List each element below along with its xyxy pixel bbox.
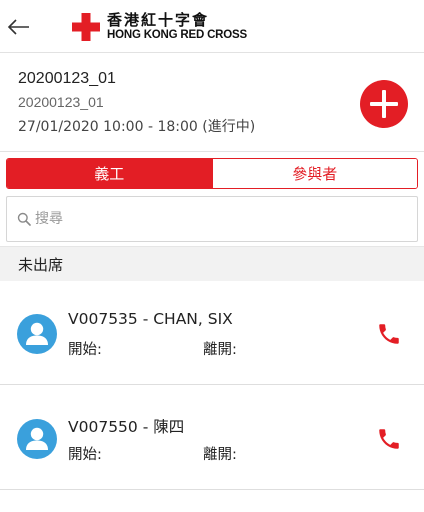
app-header: 香港紅十字會 HONG KONG RED CROSS: [0, 0, 424, 52]
event-time: 27/01/2020 10:00 - 18:00 (進行中): [18, 119, 256, 135]
search-box: [6, 196, 418, 242]
event-card: 20200123_01 20200123_01 27/01/2020 10:00…: [0, 52, 424, 152]
back-button[interactable]: [6, 14, 32, 40]
role-tabs: 義工 參與者: [6, 158, 418, 189]
red-cross-icon: [72, 13, 100, 41]
call-button[interactable]: [376, 426, 402, 452]
section-title: 未出席: [18, 256, 64, 274]
search-input[interactable]: [35, 206, 405, 232]
call-button[interactable]: [376, 321, 402, 347]
phone-icon: [379, 429, 399, 449]
logo-english-text: HONG KONG RED CROSS: [107, 28, 247, 41]
start-label: 開始:: [68, 342, 102, 358]
user-icon: [26, 427, 48, 450]
end-label: 離開:: [203, 342, 237, 358]
phone-icon: [379, 324, 399, 344]
arrow-left-icon: [7, 19, 29, 35]
event-title: 20200123_01: [18, 70, 116, 87]
avatar: [17, 314, 57, 354]
list-item[interactable]: V007550 - 陳四 開始: 離開:: [0, 386, 424, 490]
person-name: V007550 - 陳四: [68, 418, 185, 436]
person-name: V007535 - CHAN, SIX: [68, 310, 233, 328]
start-label: 開始:: [68, 447, 102, 463]
event-subtitle: 20200123_01: [18, 94, 104, 110]
section-header-absent: 未出席: [0, 246, 424, 281]
search-icon: [17, 212, 31, 226]
red-cross-logo: 香港紅十字會 HONG KONG RED CROSS: [72, 11, 247, 43]
tab-participants[interactable]: 參與者: [211, 159, 417, 188]
logo-chinese-text: 香港紅十字會: [107, 10, 210, 29]
add-button[interactable]: [360, 80, 408, 128]
avatar: [17, 419, 57, 459]
user-icon: [26, 322, 48, 345]
list-item[interactable]: V007535 - CHAN, SIX 開始: 離開:: [0, 281, 424, 385]
end-label: 離開:: [203, 447, 237, 463]
tab-volunteers[interactable]: 義工: [7, 159, 212, 188]
